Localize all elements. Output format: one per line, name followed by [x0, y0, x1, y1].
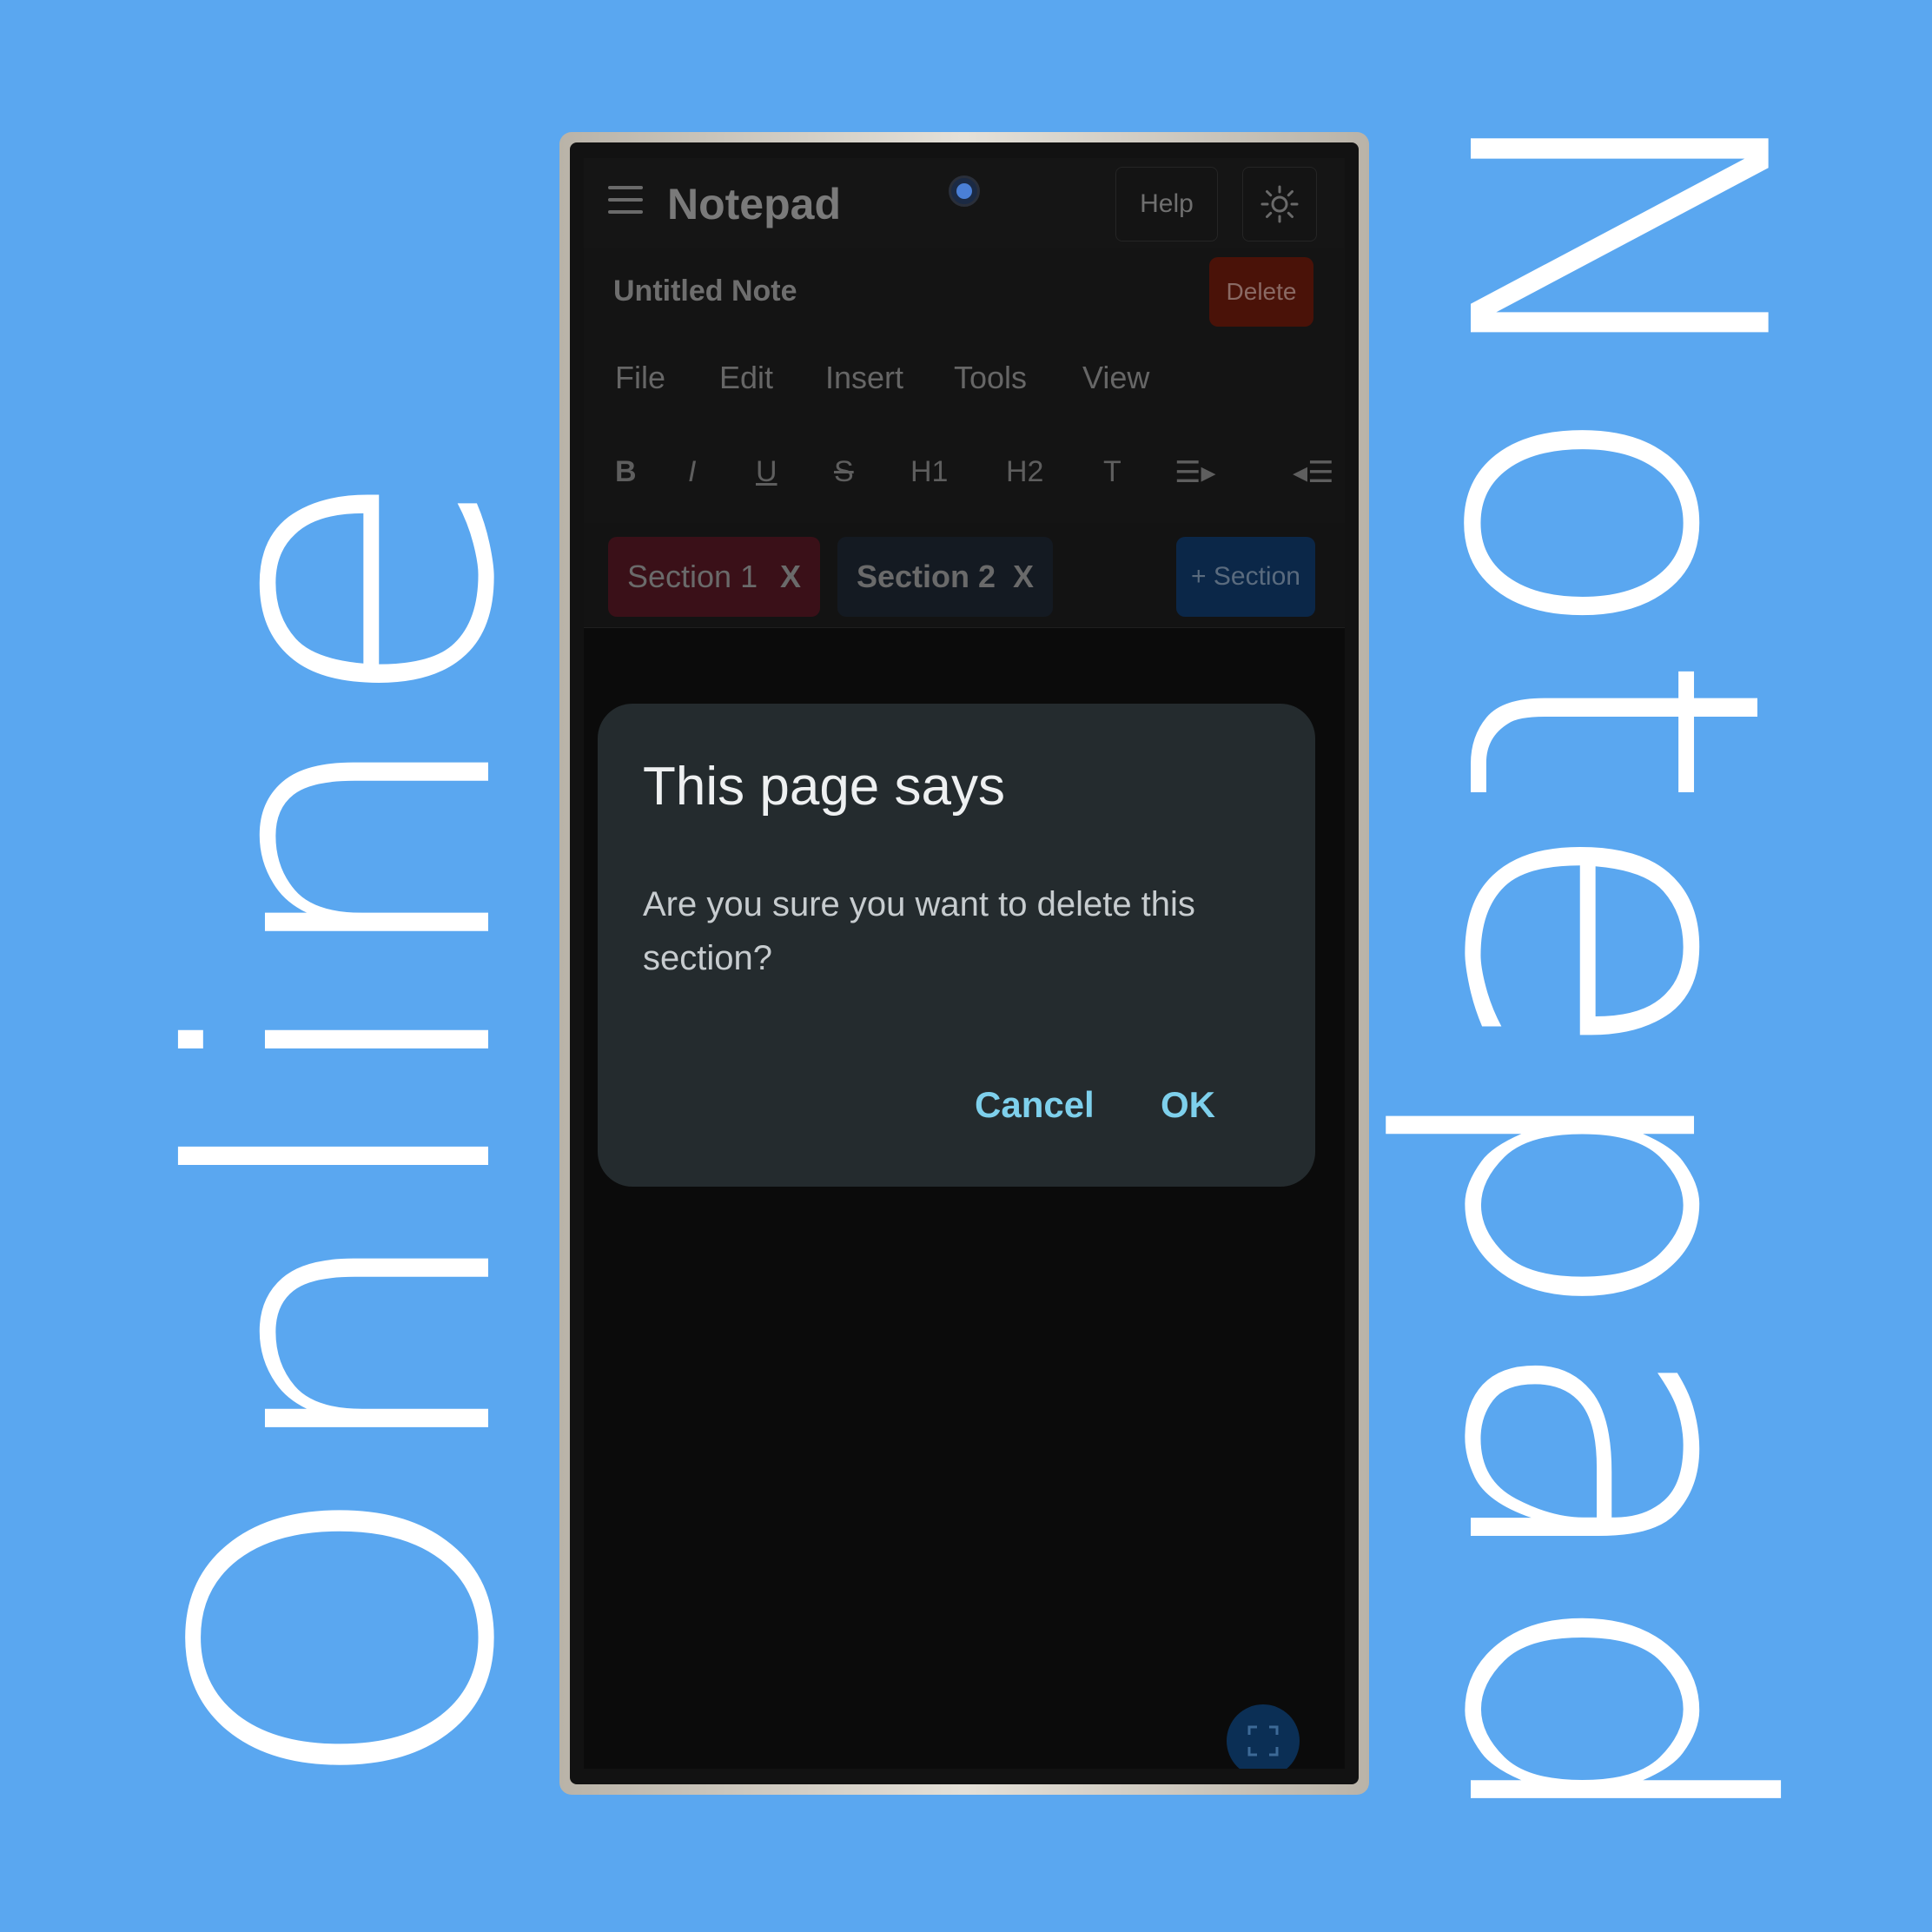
close-section-1-button[interactable]: X	[780, 559, 801, 595]
heading2-button[interactable]: H2	[1006, 455, 1043, 489]
menu-insert[interactable]: Insert	[825, 360, 903, 396]
menu-edit[interactable]: Edit	[719, 360, 773, 396]
theme-toggle-button[interactable]	[1242, 167, 1317, 242]
heading1-button[interactable]: H1	[910, 455, 948, 489]
strikethrough-button[interactable]: S	[834, 455, 854, 489]
promo-online-text: Online	[109, 460, 585, 1799]
sun-icon	[1260, 185, 1299, 223]
promo-notepad-text: Notepad	[1374, 89, 1849, 1849]
phone-bezel: Notepad Help Untitled Note Delete File E…	[570, 142, 1359, 1784]
cancel-button[interactable]: Cancel	[975, 1084, 1095, 1126]
format-toolbar: B I U S H1 H2 T ☰▸ ◂☰	[584, 422, 1345, 524]
note-title[interactable]: Untitled Note	[613, 275, 797, 308]
section-tab-1[interactable]: Section 1 X	[608, 537, 820, 617]
add-section-button[interactable]: + Section	[1176, 537, 1315, 617]
close-section-2-button[interactable]: X	[1013, 559, 1034, 595]
section-tab-label: Section 1	[627, 559, 758, 594]
menu-file[interactable]: File	[615, 360, 665, 396]
menu-tools[interactable]: Tools	[954, 360, 1027, 396]
hamburger-icon[interactable]	[608, 186, 643, 221]
phone-frame: Notepad Help Untitled Note Delete File E…	[559, 132, 1369, 1795]
italic-button[interactable]: I	[688, 455, 696, 489]
section-tab-label: Section 2	[857, 559, 996, 594]
bold-button[interactable]: B	[615, 455, 637, 489]
delete-note-button[interactable]: Delete	[1209, 257, 1313, 327]
dialog-message: Are you sure you want to delete this sec…	[643, 885, 1195, 977]
app-bar: Notepad Help	[584, 158, 1345, 249]
fullscreen-button[interactable]	[1227, 1704, 1300, 1769]
ok-button[interactable]: OK	[1161, 1084, 1215, 1126]
menu-view[interactable]: View	[1082, 360, 1149, 396]
fullscreen-icon	[1247, 1725, 1279, 1757]
outdent-button[interactable]: ◂☰	[1293, 455, 1334, 490]
text-button[interactable]: T	[1103, 455, 1121, 489]
front-camera	[949, 175, 980, 207]
note-title-bar: Untitled Note Delete	[584, 248, 1345, 336]
app-title: Notepad	[667, 180, 841, 228]
phone-screen: Notepad Help Untitled Note Delete File E…	[584, 158, 1345, 1769]
indent-button[interactable]: ☰▸	[1174, 455, 1216, 490]
section-tab-2[interactable]: Section 2 X	[837, 537, 1053, 617]
dialog-title: This page says	[643, 757, 1005, 817]
menu-bar: File Edit Insert Tools View	[584, 335, 1345, 423]
underline-button[interactable]: U	[756, 455, 777, 489]
section-tabs: Section 1 X Section 2 X + Section	[584, 523, 1345, 628]
help-button[interactable]: Help	[1115, 167, 1218, 242]
confirm-dialog: This page says Are you sure you want to …	[598, 704, 1315, 1187]
